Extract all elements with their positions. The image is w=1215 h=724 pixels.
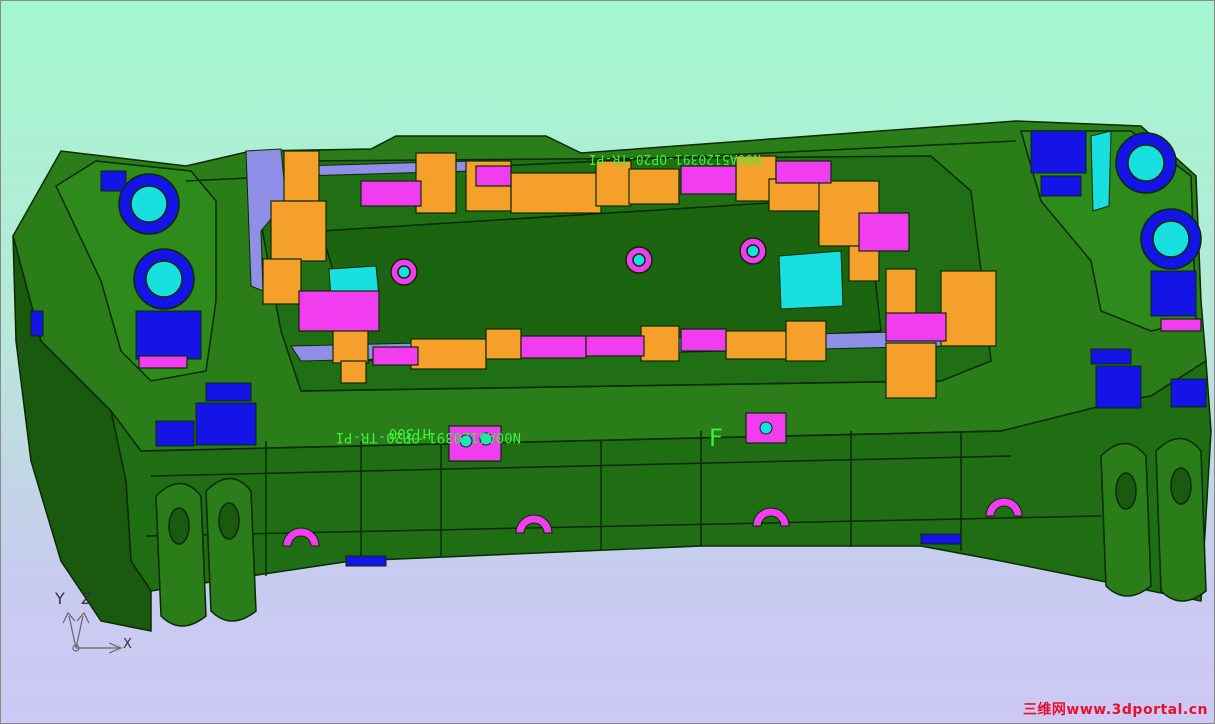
material-label: HT300	[389, 425, 431, 441]
lug-left-2	[205, 477, 257, 622]
watermark: 三维网www.3dportal.cn	[1022, 702, 1208, 718]
3d-viewport[interactable]: N00A5120391-OP20-TR-PI HT300 N00A5120391…	[0, 0, 1215, 724]
lug-left-1	[155, 482, 207, 627]
lug-right-2	[1155, 437, 1207, 602]
axis-y-label: Y	[55, 589, 65, 608]
die-model[interactable]: N00A5120391-OP20-TR-PI HT300 N00A5120391…	[1, 1, 1215, 724]
axis-z-label: Z	[81, 589, 92, 608]
lug-right-1	[1100, 442, 1152, 597]
mark-label: F	[709, 424, 723, 452]
axis-x-label: X	[123, 637, 132, 652]
back-part-number: N00A5120391-OP20-TR-PI	[589, 151, 761, 166]
